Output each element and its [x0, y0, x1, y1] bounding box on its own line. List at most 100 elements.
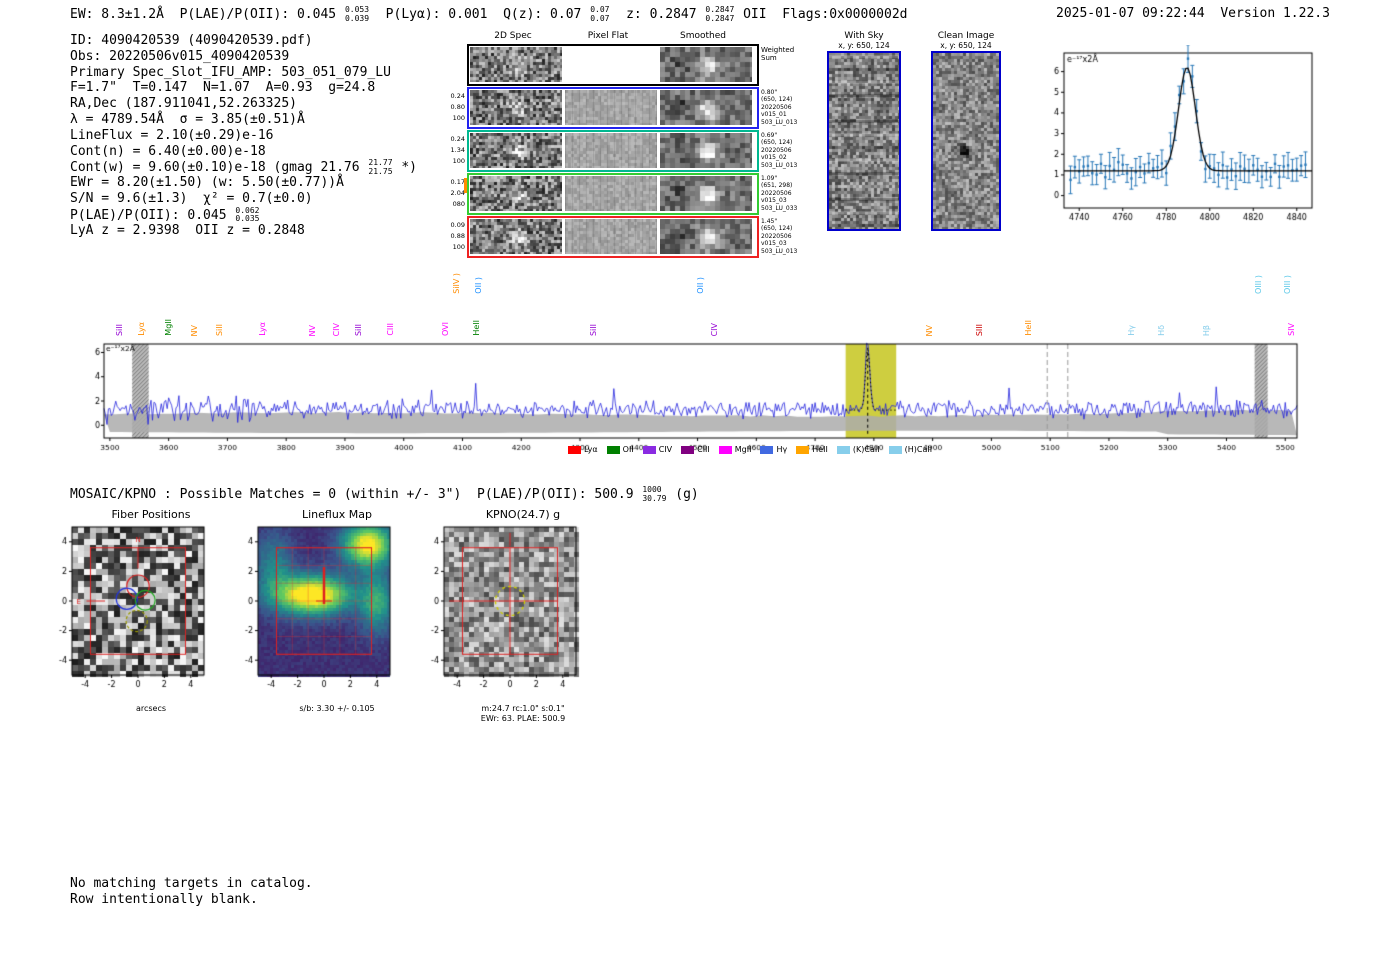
kpno-g-image: [416, 523, 586, 699]
spec2d-row: 0.09 0.88 100 1.45" (650, 124) 20220506 v015_0…: [451, 216, 797, 258]
text-segment: MOSAIC/KPNO : Possible Matches = 0 (with…: [70, 487, 642, 502]
text-segment: Obs: 20220506v015_4090420539: [70, 48, 290, 64]
legend-swatch: [718, 445, 732, 454]
spec2d-row-meta: Weighted Sum: [761, 46, 795, 62]
text-segment: S/N = 9.6(±1.3) χ² = 0.7(±0.0): [70, 190, 313, 206]
spec2d-strip: [565, 176, 657, 211]
spec2d-strip: [660, 47, 752, 82]
emission-line-label: CIV: [332, 322, 342, 336]
footer-line: Row intentionally blank.: [70, 891, 258, 907]
text-segment: OII Flags:0x0000002d: [735, 7, 908, 22]
spec2d-row-meta: 1.09" (651, 298) 20220506 v015_03 503_LU_033: [761, 175, 798, 212]
cutout-caption-line: m:24.7 rc:1.0" s:0.1": [481, 704, 565, 713]
text-segment: *): [393, 160, 417, 176]
fraction-stack: 0.07 0.07: [590, 5, 610, 23]
emission-line-label: OVI: [441, 322, 451, 336]
emission-line-label: SIII: [974, 323, 984, 336]
with-sky-coords: x, y: 650, 124: [838, 41, 890, 50]
fraction-stack: 21.77 21.75: [368, 158, 393, 176]
clean-image: [931, 51, 1001, 231]
spec2d-row: 0.24 0.80 100 0.80" (650, 124) 20220506 v015_0…: [451, 87, 797, 129]
spec2d-col-header: Pixel Flat: [587, 31, 629, 41]
spec2d-strip: [660, 90, 752, 125]
text-segment: P(LAE)/P(OII): 0.045: [70, 207, 235, 223]
legend-label: HeII: [812, 445, 828, 454]
text-segment: RA,Dec (187.911041,52.263325): [70, 96, 297, 112]
legend-swatch: [888, 445, 902, 454]
text-segment: Cont(n) = 6.40(±0.00)e-18: [70, 143, 266, 159]
fraction-stack: 0.062 0.035: [235, 205, 260, 224]
cutout-title: Lineflux Map: [301, 508, 373, 521]
cutout-caption-line: arcsecs: [135, 704, 167, 713]
full-spectrum-plot: [80, 338, 1305, 462]
emission-line-label: Hβ: [1202, 324, 1212, 336]
spectrum-legend: Lyα OII CIV CIII MgII Hγ HeII (K)CaII (H)CaII: [430, 445, 1070, 454]
text-segment: (g): [667, 487, 699, 502]
info-line: Cont(w) = 9.60(±0.10)e-18 (gmag 21.76 21…: [70, 158, 417, 176]
info-line: ID: 4090420539 (4090420539.pdf): [70, 33, 417, 49]
legend-item: MgII: [718, 445, 751, 454]
lineflux-map-image: [230, 523, 400, 699]
legend-swatch: [760, 445, 774, 454]
text-segment: P(Lyα): 0.001 Q(z): 0.07: [370, 7, 590, 22]
cutout-title: KPNO(24.7) g: [485, 508, 561, 521]
legend-item: CIV: [642, 445, 673, 454]
report-timestamp: 2025-01-07 09:22:44 Version 1.22.3: [1056, 6, 1330, 21]
cutout-caption: arcsecs: [44, 704, 232, 714]
spec2d-row: 0.17 2.04 080 1.09" (651, 298) 20220506 v015_0…: [451, 173, 797, 215]
legend-label: Hγ: [776, 445, 788, 454]
emission-line-label: CIV: [710, 322, 720, 336]
info-block: ID: 4090420539 (4090420539.pdf) Obs: 2022…: [70, 33, 417, 238]
text-segment: ID: 4090420539 (4090420539.pdf): [70, 33, 313, 48]
spec2d-strip: [660, 176, 752, 211]
legend-item: (H)CaII: [888, 445, 932, 454]
info-line: S/N = 9.6(±1.3) χ² = 0.7(±0.0): [70, 191, 417, 207]
spec2d-strip: [565, 219, 657, 254]
orange-marker: [464, 178, 467, 193]
emission-line-label: Hγ: [1127, 325, 1137, 336]
text-segment: LineFlux = 2.10(±0.29)e-16: [70, 127, 274, 143]
clean-image-panel: Clean Image x, y: 650, 124: [929, 31, 1003, 231]
cutout-kpno-g: KPNO(24.7) g m:24.7 rc:1.0" s:0.1" EWr: 6…: [416, 508, 604, 724]
cutout-caption: m:24.7 rc:1.0" s:0.1" EWr: 63. PLAE: 500.…: [416, 704, 604, 724]
emission-line-label: OII ): [695, 277, 705, 294]
text-segment: z: 0.2847: [610, 7, 705, 22]
legend-swatch: [606, 445, 620, 454]
text-segment: λ = 4789.54Å σ = 3.85(±0.51)Å: [70, 111, 305, 127]
mosaic-match-line: MOSAIC/KPNO : Possible Matches = 0 (with…: [70, 485, 699, 503]
legend-label: Lyα: [583, 445, 598, 454]
emission-line-label: SiII: [215, 323, 225, 336]
emission-line-label: Hδ: [1157, 325, 1167, 336]
legend-label: CIV: [658, 445, 673, 454]
clean-image-coords: x, y: 650, 124: [940, 41, 992, 50]
spec2d-strip: [470, 176, 562, 211]
emission-line-label: Lyα: [258, 322, 268, 336]
info-line: LineFlux = 2.10(±0.29)e-16: [70, 128, 417, 144]
legend-item: (K)CaII: [836, 445, 880, 454]
cutout-title: Fiber Positions: [111, 508, 191, 521]
text-segment: Cont(w) = 9.60(±0.10)e-18 (gmag 21.76: [70, 160, 368, 176]
info-line: P(LAE)/P(OII): 0.045 0.062 0.035: [70, 205, 417, 224]
info-line: Cont(n) = 6.40(±0.00)e-18: [70, 144, 417, 160]
spec2d-row-meta: 0.80" (650, 124) 20220506 v015_01 503_LU_013: [761, 89, 798, 126]
fraction-stack: 0.053 0.039: [344, 5, 370, 23]
footer-notes: No matching targets in catalog. Row inte…: [70, 876, 313, 907]
emission-line-label: OII ): [473, 277, 483, 294]
emission-line-label: CIII: [386, 323, 396, 336]
legend-label: (K)CaII: [852, 445, 880, 454]
spec2d-strip: [470, 47, 562, 82]
legend-swatch: [642, 445, 656, 454]
legend-swatch: [681, 445, 695, 454]
cutout-caption-line: EWr: 63. PLAE: 500.9: [480, 714, 566, 723]
spec2d-strip: [470, 133, 562, 168]
cutout-lineflux-map: Lineflux Map s/b: 3.30 +/- 0.105: [230, 508, 418, 714]
legend-item: Hγ: [760, 445, 787, 454]
emission-line-label: NV: [190, 324, 200, 336]
emission-line-label: NV: [307, 324, 317, 336]
with-sky-title: With Sky: [844, 31, 884, 41]
emission-line-label: NV: [925, 324, 935, 336]
spec2d-strip: [470, 219, 562, 254]
fraction-stack: 0.2847 0.2847: [705, 5, 735, 23]
spec2d-row-scale: 0.17 2.04 080: [450, 178, 465, 208]
spec2d-strip: [565, 47, 657, 82]
